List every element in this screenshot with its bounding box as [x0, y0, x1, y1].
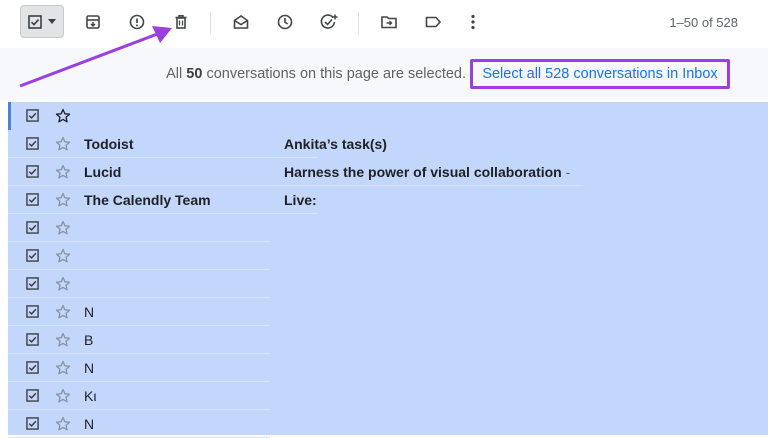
select-all-conversations-link[interactable]: Select all 528 conversations in Inbox: [470, 59, 730, 89]
row-checkbox-icon[interactable]: [26, 109, 39, 122]
label-icon: [425, 16, 442, 28]
row-sender: The Calendly Team: [84, 192, 211, 208]
delete-icon: [175, 15, 187, 29]
row-checkbox-icon[interactable]: [26, 249, 39, 262]
email-list: Todoist Ankita’s task(s) Lucid Harness the …: [8, 102, 768, 438]
row-subject-text: Live:: [284, 192, 317, 208]
row-sender: B: [84, 332, 94, 348]
row-sender: N: [84, 416, 95, 432]
row-sender: N: [84, 360, 95, 376]
selection-count: 50: [186, 66, 203, 82]
row-subject: Ankita’s task(s): [284, 136, 387, 152]
email-row[interactable]: B: [8, 326, 768, 354]
email-row[interactable]: [8, 102, 768, 130]
snooze-button[interactable]: [272, 9, 298, 35]
row-snippet-separator: -: [561, 164, 571, 180]
mark-read-icon: [233, 15, 249, 29]
email-row[interactable]: N: [8, 354, 768, 382]
report-spam-button[interactable]: [124, 9, 150, 35]
pagination-count: 1–50 of 528: [669, 15, 738, 30]
email-row[interactable]: N: [8, 410, 768, 438]
star-icon[interactable]: [55, 220, 71, 236]
star-icon[interactable]: [55, 360, 71, 376]
star-icon[interactable]: [55, 164, 71, 180]
row-checkbox-icon[interactable]: [26, 305, 39, 318]
star-icon[interactable]: [55, 248, 71, 264]
row-checkbox-icon[interactable]: [26, 417, 39, 430]
more-options-button[interactable]: [460, 9, 486, 35]
move-to-button[interactable]: [376, 9, 402, 35]
row-subject: Live:: [284, 192, 317, 208]
selection-suffix: conversations on this page are selected.: [202, 66, 466, 82]
report-spam-icon: [129, 14, 145, 30]
star-icon[interactable]: [55, 332, 71, 348]
star-icon[interactable]: [55, 388, 71, 404]
row-subject: Harness the power of visual collaboratio…: [284, 164, 570, 180]
row-checkbox-icon[interactable]: [26, 389, 39, 402]
row-checkbox-icon[interactable]: [26, 165, 39, 178]
row-checkbox-icon[interactable]: [26, 221, 39, 234]
email-row[interactable]: [8, 270, 768, 298]
add-to-tasks-button[interactable]: [316, 9, 342, 35]
toolbar-divider: [358, 12, 359, 34]
row-sender: N: [84, 304, 95, 320]
checkbox-checked-icon: [28, 14, 42, 29]
toolbar: 1–50 of 528: [0, 0, 768, 48]
email-row[interactable]: Kι: [8, 382, 768, 410]
add-task-icon: [320, 14, 338, 29]
star-icon[interactable]: [55, 276, 71, 292]
row-checkbox-icon[interactable]: [26, 277, 39, 290]
star-icon[interactable]: [55, 416, 71, 432]
row-sender: Todoist: [84, 136, 134, 152]
caret-down-icon[interactable]: [48, 18, 56, 25]
more-icon: [471, 14, 475, 30]
row-subject-text: Ankita’s task(s): [284, 136, 387, 152]
star-icon[interactable]: [55, 108, 71, 124]
email-row[interactable]: N: [8, 298, 768, 326]
row-checkbox-icon[interactable]: [26, 193, 39, 206]
star-icon[interactable]: [55, 192, 71, 208]
star-icon[interactable]: [55, 136, 71, 152]
snooze-icon: [277, 14, 293, 30]
email-row[interactable]: The Calendly Team Live:: [8, 186, 768, 214]
row-sender: Lucid: [84, 164, 122, 180]
select-all-checkbox-button[interactable]: [20, 5, 64, 38]
email-row[interactable]: Todoist Ankita’s task(s): [8, 130, 768, 158]
row-checkbox-icon[interactable]: [26, 361, 39, 374]
selection-prefix: All: [166, 66, 187, 82]
toolbar-divider: [210, 12, 211, 34]
email-row[interactable]: Lucid Harness the power of visual collabo…: [8, 158, 768, 186]
move-to-icon: [381, 16, 397, 29]
star-icon[interactable]: [55, 304, 71, 320]
archive-icon: [86, 15, 100, 29]
delete-button[interactable]: [168, 9, 194, 35]
archive-button[interactable]: [80, 9, 106, 35]
mark-as-read-button[interactable]: [228, 9, 254, 35]
email-row[interactable]: [8, 242, 768, 270]
row-sender: Kι: [84, 388, 97, 404]
row-subject-text: Harness the power of visual collaboratio…: [284, 164, 562, 180]
selection-message: All 50 conversations on this page are se…: [166, 66, 466, 82]
row-checkbox-icon[interactable]: [26, 137, 39, 150]
row-checkbox-icon[interactable]: [26, 333, 39, 346]
email-row[interactable]: [8, 214, 768, 242]
labels-button[interactable]: [420, 9, 446, 35]
